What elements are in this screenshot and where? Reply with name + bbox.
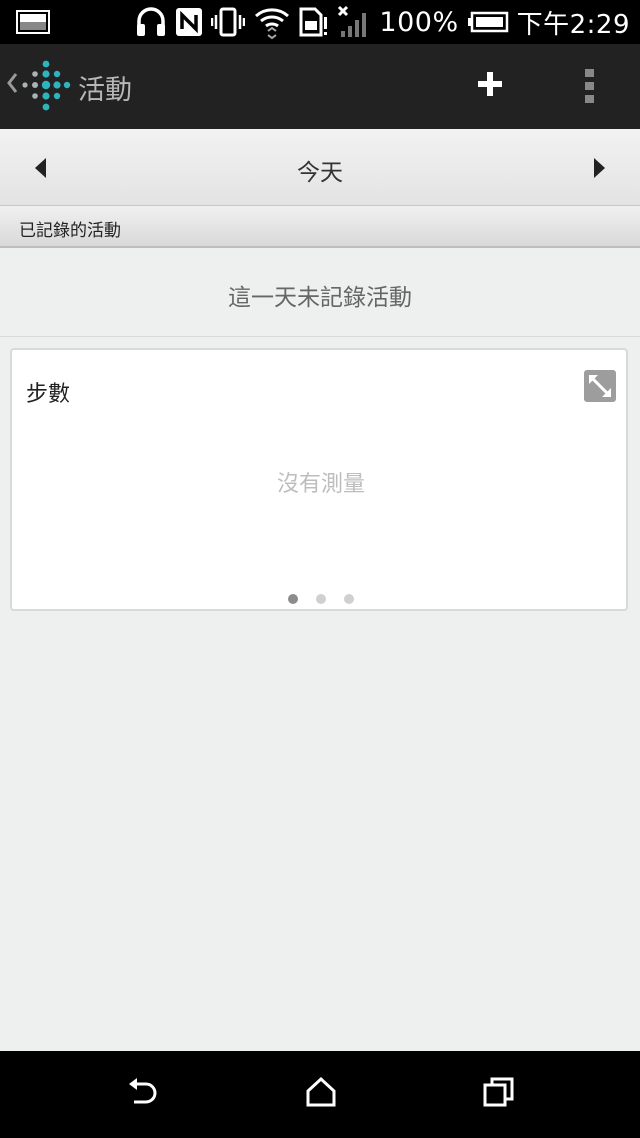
page-dot-2[interactable] <box>316 594 326 604</box>
battery-percent: 100% <box>379 6 459 38</box>
date-label: 今天 <box>297 160 343 186</box>
no-activities-message: 這一天未記錄活動 <box>0 248 640 337</box>
add-icon[interactable] <box>470 64 510 108</box>
steps-card-title: 步數 <box>26 382 71 407</box>
page-title: 活動 <box>78 75 132 106</box>
vibrate-icon <box>211 7 246 37</box>
home-icon[interactable] <box>304 1075 338 1113</box>
clock: 下午2:29 <box>516 9 630 40</box>
status-bar: 100% 下午2:29 <box>0 0 640 44</box>
fitbit-logo-icon[interactable] <box>22 60 72 116</box>
nfc-icon <box>175 7 203 37</box>
no-measurement-text: 沒有測量 <box>276 472 365 497</box>
back-icon[interactable] <box>126 1075 160 1113</box>
sim-alert-icon <box>299 7 329 37</box>
battery-icon <box>467 11 509 33</box>
expand-icon[interactable] <box>584 370 616 402</box>
page-dot-3[interactable] <box>344 594 354 604</box>
overflow-menu-icon[interactable] <box>582 66 598 110</box>
empty-message-text: 這一天未記錄活動 <box>228 285 412 311</box>
system-nav-bar <box>0 1051 640 1138</box>
steps-card[interactable]: 步數 沒有測量 <box>10 348 628 611</box>
section-title: 已記錄的活動 <box>19 221 121 241</box>
headset-icon <box>135 5 167 39</box>
page-dot-1[interactable] <box>288 594 298 604</box>
signal-icon <box>337 5 371 39</box>
page-indicator <box>12 594 630 604</box>
picture-icon <box>16 10 50 38</box>
next-day-icon[interactable] <box>592 157 606 183</box>
recent-apps-icon[interactable] <box>482 1075 516 1113</box>
action-bar: 活動 <box>0 44 640 129</box>
back-caret-icon[interactable] <box>4 68 20 102</box>
date-navigator: 今天 <box>0 129 640 206</box>
wifi-icon <box>253 4 291 40</box>
logged-activities-header: 已記錄的活動 <box>0 206 640 248</box>
